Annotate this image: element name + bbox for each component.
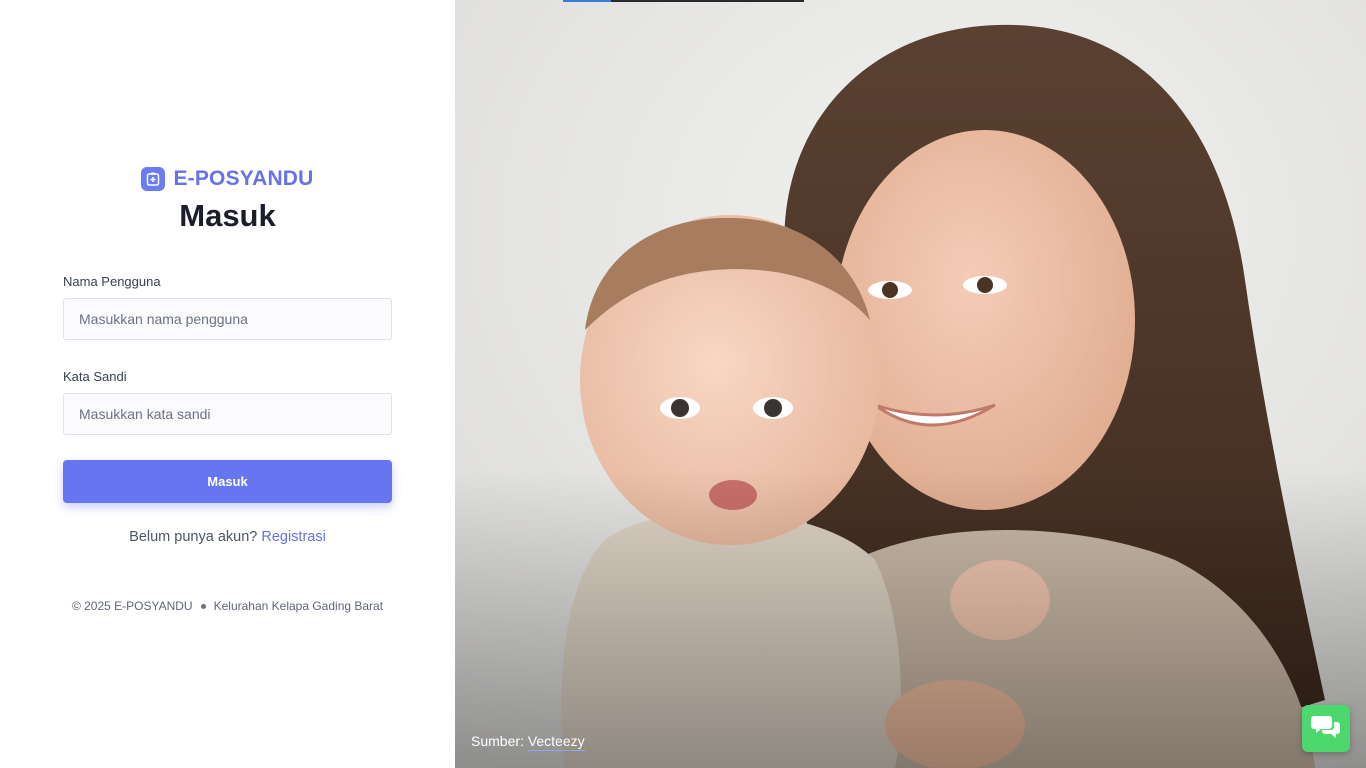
footer-copyright: © 2025 E-POSYANDU <box>71 599 193 613</box>
chat-widget-button[interactable] <box>1302 705 1350 752</box>
brand: E-POSYANDU <box>0 167 455 191</box>
slider-progress-fill <box>563 0 611 2</box>
footer-location: Kelurahan Kelapa Gading Barat <box>213 599 384 613</box>
username-input[interactable] <box>63 298 392 340</box>
brand-name: E-POSYANDU <box>173 167 314 190</box>
photo-credit-link[interactable]: Vecteezy <box>527 733 585 751</box>
photo-credit-prefix: Sumber: <box>471 733 524 749</box>
login-button[interactable]: Masuk <box>63 460 392 503</box>
password-label: Kata Sandi <box>63 369 127 384</box>
register-prompt: Belum punya akun? <box>129 529 258 545</box>
photo-credit: Sumber: Vecteezy <box>471 733 585 751</box>
hero-gradient-overlay <box>455 468 1366 768</box>
hospital-building-icon <box>141 167 166 191</box>
footer: © 2025 E-POSYANDU Kelurahan Kelapa Gadin… <box>0 599 455 613</box>
hero-image: Sumber: Vecteezy <box>455 0 1366 768</box>
register-row: Belum punya akun? Registrasi <box>0 529 455 545</box>
login-panel: E-POSYANDU Masuk Nama Pengguna Kata Sand… <box>0 0 455 768</box>
footer-separator-dot <box>200 603 206 609</box>
page-title: Masuk <box>179 198 276 233</box>
username-label: Nama Pengguna <box>63 274 161 289</box>
register-link[interactable]: Registrasi <box>261 529 325 545</box>
password-input[interactable] <box>63 393 392 435</box>
chat-bubbles-icon <box>1311 713 1341 744</box>
